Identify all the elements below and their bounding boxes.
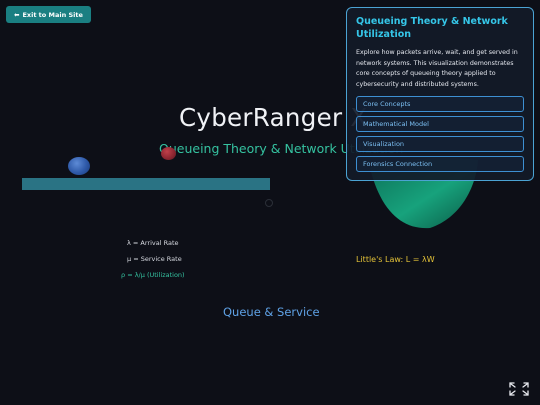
queue-bar <box>22 178 270 190</box>
legend-utilization: ρ = λ/μ (Utilization) <box>121 271 185 279</box>
queue-service-label: Queue & Service <box>223 305 320 319</box>
link-forensics-connection[interactable]: Forensics Connection <box>356 156 524 172</box>
link-core-concepts[interactable]: Core Concepts <box>356 96 524 112</box>
link-mathematical-model[interactable]: Mathematical Model <box>356 116 524 132</box>
arrow-left-icon: ⬅ <box>14 10 20 19</box>
info-panel-links: Core Concepts Mathematical Model Visuali… <box>356 96 524 172</box>
ring-icon <box>265 199 273 207</box>
exit-to-main-site-button[interactable]: ⬅ Exit to Main Site <box>6 6 91 23</box>
exit-button-label: Exit to Main Site <box>22 10 83 19</box>
info-panel-title: Queueing Theory & Network Utilization <box>356 16 508 40</box>
main-title: CyberRanger X <box>179 103 368 132</box>
fullscreen-icon <box>509 382 529 396</box>
info-panel-description: Explore how packets arrive, wait, and ge… <box>356 49 518 88</box>
legend-arrival-rate: λ = Arrival Rate <box>127 239 179 247</box>
packet-sphere-red <box>161 147 176 160</box>
link-visualization[interactable]: Visualization <box>356 136 524 152</box>
packet-sphere-blue <box>68 157 90 175</box>
fullscreen-button[interactable] <box>509 381 529 397</box>
info-panel: Queueing Theory & Network Utilization Ex… <box>346 7 534 181</box>
littles-law-formula: Little's Law: L = λW <box>356 255 435 264</box>
legend-service-rate: μ = Service Rate <box>127 255 182 263</box>
